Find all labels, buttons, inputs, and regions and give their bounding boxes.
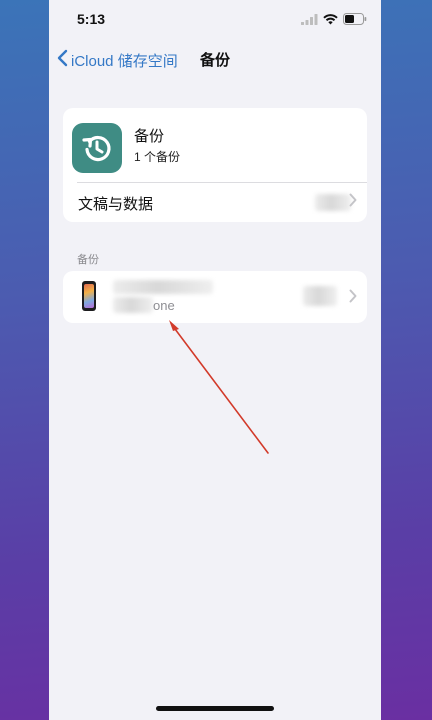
back-button-label: iCloud 储存空间 bbox=[71, 52, 178, 70]
phone-screen: 5:13 iCloud 储存空间 备份 备份 1 个备份 文稿与数据 备份 on… bbox=[49, 0, 381, 720]
page-title: 备份 bbox=[200, 52, 231, 69]
backup-restore-icon bbox=[72, 123, 122, 173]
backup-count: 1 个备份 bbox=[134, 150, 181, 164]
redacted-backup-size bbox=[303, 286, 337, 306]
device-model-label: one bbox=[153, 298, 175, 313]
home-indicator bbox=[156, 706, 274, 711]
status-bar: 5:13 bbox=[49, 0, 381, 40]
backup-card: 备份 1 个备份 文稿与数据 bbox=[63, 108, 367, 222]
battery-icon bbox=[343, 12, 367, 30]
back-button[interactable]: iCloud 储存空间 bbox=[57, 49, 178, 71]
chevron-right-icon bbox=[349, 289, 357, 308]
status-time: 5:13 bbox=[77, 11, 106, 27]
documents-data-label: 文稿与数据 bbox=[78, 196, 154, 213]
redacted-device-model bbox=[113, 297, 153, 313]
iphone-screen bbox=[84, 284, 94, 308]
redacted-size-value bbox=[315, 194, 351, 211]
redacted-device-name bbox=[113, 280, 213, 294]
backup-title: 备份 bbox=[134, 128, 165, 145]
section-header-backups: 备份 bbox=[77, 254, 99, 266]
chevron-left-icon bbox=[57, 49, 68, 71]
status-icons bbox=[301, 12, 367, 30]
nav-bar: iCloud 储存空间 备份 bbox=[49, 40, 381, 80]
device-backup-row[interactable]: one bbox=[63, 271, 367, 323]
iphone-icon bbox=[82, 281, 96, 311]
wifi-icon bbox=[323, 12, 338, 30]
signal-icon bbox=[301, 12, 318, 30]
documents-data-row[interactable]: 文稿与数据 bbox=[63, 183, 367, 222]
chevron-right-icon bbox=[349, 193, 357, 212]
